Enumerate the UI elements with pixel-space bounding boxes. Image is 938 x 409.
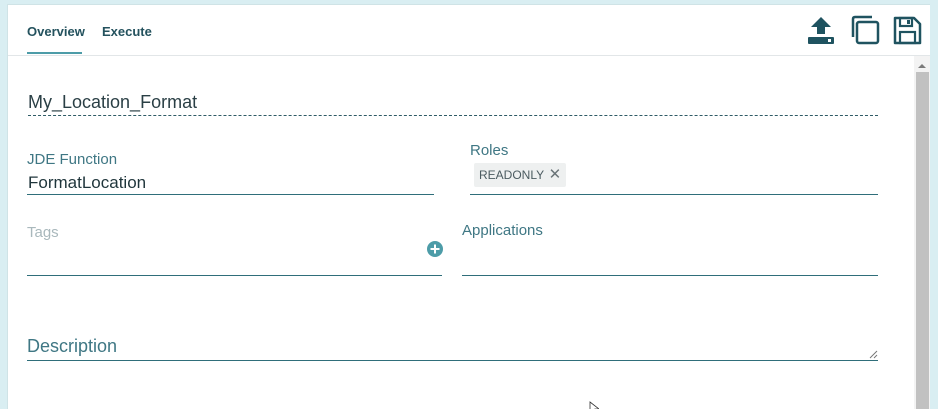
active-tab-indicator (27, 52, 82, 54)
applications-input-underline[interactable] (462, 275, 878, 276)
copy-icon[interactable] (848, 13, 882, 47)
roles-label: Roles (470, 142, 509, 159)
role-chip: READONLY ✕ (474, 163, 567, 187)
vertical-scrollbar[interactable] (914, 56, 930, 409)
add-tag-icon[interactable] (427, 241, 443, 257)
upload-icon[interactable] (804, 13, 838, 47)
tags-input-underline[interactable] (27, 275, 442, 276)
jde-function-underline (27, 194, 434, 195)
remove-chip-icon[interactable]: ✕ (549, 163, 562, 187)
jde-function-label: JDE Function (27, 151, 118, 168)
name-field[interactable]: My_Location_Format (28, 92, 197, 113)
scroll-up-arrow-icon[interactable] (914, 59, 930, 71)
tab-execute[interactable]: Execute (102, 24, 152, 39)
tab-overview[interactable]: Overview (27, 24, 85, 39)
description-underline (27, 360, 878, 361)
description-field[interactable]: Description (27, 336, 117, 357)
tags-label: Tags (27, 224, 59, 241)
resize-handle-icon[interactable] (868, 349, 878, 359)
roles-input-underline[interactable] (470, 194, 878, 195)
header-bar: Overview Execute (8, 5, 930, 56)
jde-function-input[interactable]: FormatLocation (28, 173, 146, 193)
applications-label: Applications (462, 222, 543, 239)
scrollbar-thumb[interactable] (916, 72, 929, 409)
name-field-underline (28, 115, 878, 116)
role-chip-label: READONLY (479, 168, 545, 182)
save-icon[interactable] (890, 13, 924, 47)
form-panel: Overview Execute My_Location_Format JDE … (7, 4, 930, 409)
